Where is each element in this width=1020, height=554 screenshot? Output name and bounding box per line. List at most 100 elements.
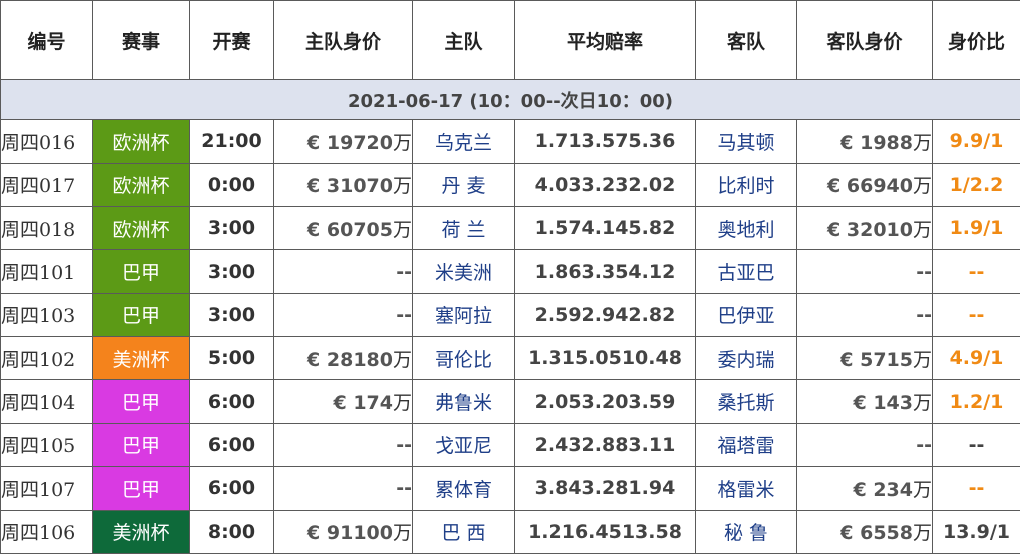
league-badge: 美洲杯	[92, 509, 190, 554]
table-row: 周四018 欧洲杯 3:00 € 60705万 荷 兰 1.574.145.82…	[0, 205, 1020, 251]
value-ratio: 1.2/1	[932, 379, 1020, 424]
away-market-value: € 234万	[796, 466, 933, 511]
league-badge: 巴甲	[92, 379, 190, 424]
home-team[interactable]: 丹 麦	[412, 162, 515, 207]
league-badge: 巴甲	[92, 292, 190, 338]
away-value-amount: --	[916, 303, 932, 326]
away-value-unit: 万	[912, 131, 932, 154]
away-market-value: € 32010万	[796, 205, 933, 251]
average-odds: 2.432.883.11	[514, 422, 696, 468]
away-team[interactable]: 格雷米	[695, 466, 797, 511]
table-row: 周四016 欧洲杯 21:00 € 19720万 乌克兰 1.713.575.3…	[0, 119, 1020, 164]
value-ratio: --	[932, 249, 1020, 294]
away-value-unit: 万	[912, 392, 932, 415]
home-team[interactable]: 弗鲁米	[412, 379, 515, 424]
home-team[interactable]: 哥伦比	[412, 336, 515, 381]
home-value-unit: 万	[392, 131, 412, 154]
average-odds: 1.863.354.12	[514, 249, 696, 294]
away-team[interactable]: 桑托斯	[695, 379, 797, 424]
away-market-value: € 1988万	[796, 119, 933, 164]
home-market-value: --	[273, 292, 413, 338]
home-team[interactable]: 荷 兰	[412, 205, 515, 251]
league-badge: 美洲杯	[92, 336, 190, 381]
home-value-unit: 万	[392, 522, 412, 545]
value-ratio: --	[932, 292, 1020, 338]
header-value-ratio: 身价比	[932, 0, 1020, 80]
league-badge: 欧洲杯	[92, 205, 190, 251]
away-value-unit: 万	[912, 348, 932, 371]
home-team[interactable]: 米美洲	[412, 249, 515, 294]
header-avg-odds: 平均赔率	[514, 0, 696, 80]
away-market-value: € 66940万	[796, 162, 933, 207]
home-team[interactable]: 乌克兰	[412, 119, 515, 164]
away-value-unit: 万	[912, 478, 932, 501]
value-ratio: --	[932, 466, 1020, 511]
home-market-value: --	[273, 466, 413, 511]
away-value-amount: € 6558	[840, 522, 913, 545]
away-team[interactable]: 古亚巴	[695, 249, 797, 294]
home-team[interactable]: 戈亚尼	[412, 422, 515, 468]
away-value-unit: 万	[912, 522, 932, 545]
away-value-amount: € 234	[853, 478, 913, 501]
match-number: 周四016	[0, 119, 93, 164]
kickoff-time: 3:00	[189, 205, 274, 251]
away-market-value: --	[796, 422, 933, 468]
average-odds: 1.315.0510.48	[514, 336, 696, 381]
date-range: 2021-06-17 (10：00--次日10：00)	[0, 78, 1020, 121]
home-value-amount: € 31070	[307, 175, 393, 198]
kickoff-time: 21:00	[189, 119, 274, 164]
match-number: 周四018	[0, 205, 93, 251]
away-market-value: € 6558万	[796, 509, 933, 554]
away-team[interactable]: 比利时	[695, 162, 797, 207]
kickoff-time: 6:00	[189, 422, 274, 468]
match-number: 周四101	[0, 249, 93, 294]
league-badge: 巴甲	[92, 422, 190, 468]
home-value-amount: --	[396, 303, 412, 326]
league-badge: 巴甲	[92, 466, 190, 511]
header-away-value: 客队身价	[796, 0, 933, 80]
kickoff-time: 6:00	[189, 379, 274, 424]
home-value-amount: --	[396, 477, 412, 500]
home-value-amount: --	[396, 260, 412, 283]
home-market-value: € 28180万	[273, 336, 413, 381]
away-team[interactable]: 秘 鲁	[695, 509, 797, 554]
value-ratio: 1/2.2	[932, 162, 1020, 207]
away-market-value: --	[796, 292, 933, 338]
home-market-value: € 60705万	[273, 205, 413, 251]
home-team[interactable]: 塞阿拉	[412, 292, 515, 338]
home-value-amount: € 174	[333, 392, 393, 415]
kickoff-time: 8:00	[189, 509, 274, 554]
league-badge: 欧洲杯	[92, 162, 190, 207]
away-team[interactable]: 福塔雷	[695, 422, 797, 468]
match-number: 周四103	[0, 292, 93, 338]
home-team[interactable]: 巴 西	[412, 509, 515, 554]
average-odds: 3.843.281.94	[514, 466, 696, 511]
home-value-amount: € 91100	[307, 522, 393, 545]
home-market-value: € 91100万	[273, 509, 413, 554]
home-market-value: € 174万	[273, 379, 413, 424]
value-ratio: --	[932, 422, 1020, 468]
away-team[interactable]: 奥地利	[695, 205, 797, 251]
kickoff-time: 0:00	[189, 162, 274, 207]
home-value-amount: € 28180	[307, 348, 393, 371]
header-home-value: 主队身价	[273, 0, 413, 80]
away-market-value: € 5715万	[796, 336, 933, 381]
home-team[interactable]: 累体育	[412, 466, 515, 511]
value-ratio: 13.9/1	[932, 509, 1020, 554]
average-odds: 1.216.4513.58	[514, 509, 696, 554]
value-ratio: 9.9/1	[932, 119, 1020, 164]
table-row: 周四101 巴甲 3:00 -- 米美洲 1.863.354.12 古亚巴 --…	[0, 249, 1020, 294]
away-team[interactable]: 巴伊亚	[695, 292, 797, 338]
away-team[interactable]: 委内瑞	[695, 336, 797, 381]
kickoff-time: 3:00	[189, 292, 274, 338]
match-number: 周四104	[0, 379, 93, 424]
table-row: 周四102 美洲杯 5:00 € 28180万 哥伦比 1.315.0510.4…	[0, 336, 1020, 381]
away-value-unit: 万	[912, 175, 932, 198]
average-odds: 2.592.942.82	[514, 292, 696, 338]
home-value-unit: 万	[392, 348, 412, 371]
home-market-value: --	[273, 249, 413, 294]
away-team[interactable]: 马其顿	[695, 119, 797, 164]
away-market-value: --	[796, 249, 933, 294]
average-odds: 1.713.575.36	[514, 119, 696, 164]
average-odds: 2.053.203.59	[514, 379, 696, 424]
